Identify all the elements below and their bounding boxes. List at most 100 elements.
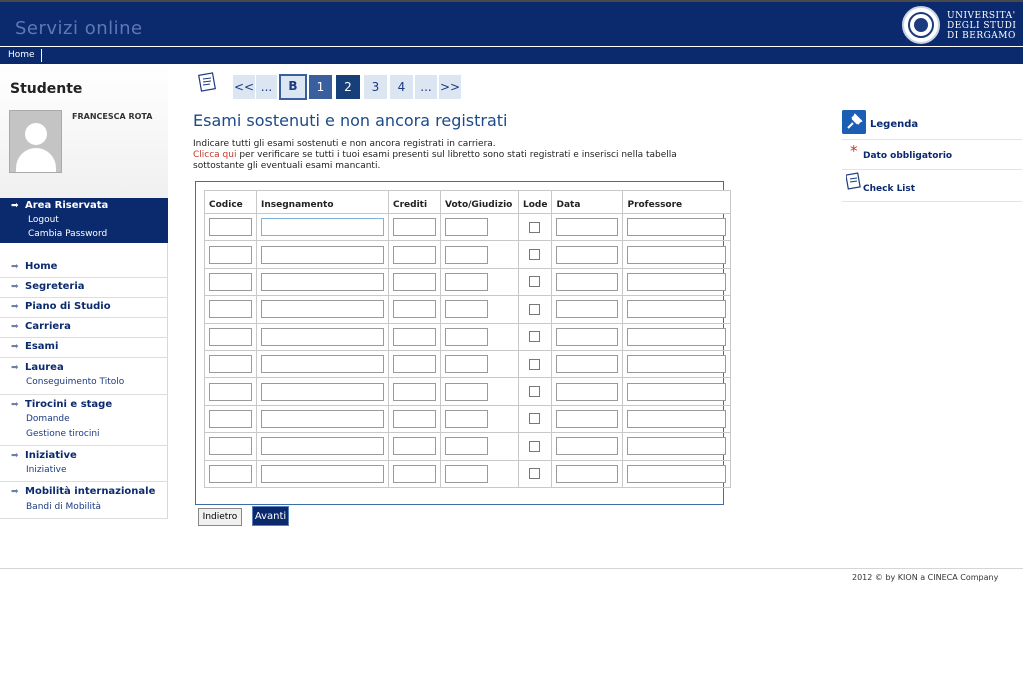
sidebar-item-label[interactable]: Piano di Studio	[25, 301, 111, 312]
data-input[interactable]	[556, 355, 619, 374]
codice-input[interactable]	[209, 327, 252, 346]
step-first-button[interactable]: <<	[233, 75, 255, 99]
crediti-input[interactable]	[393, 355, 436, 374]
university-logo-text[interactable]: UNIVERSITA' DEGLI STUDI DI BERGAMO	[947, 11, 1016, 41]
professore-input[interactable]	[627, 245, 727, 264]
insegnamento-input[interactable]	[261, 382, 384, 401]
codice-input[interactable]	[209, 382, 252, 401]
legend-checklist-label[interactable]: Check List	[863, 184, 915, 194]
crediti-input[interactable]	[393, 437, 436, 456]
professore-input[interactable]	[627, 218, 727, 237]
sidebar-item-label[interactable]: Home	[25, 261, 57, 272]
sidebar-item-label[interactable]: Mobilità internazionale	[25, 486, 155, 497]
insegnamento-input[interactable]	[261, 245, 384, 264]
sidebar-item-home[interactable]: ➡ Home	[0, 258, 168, 278]
step-b-button[interactable]: B	[279, 74, 307, 100]
codice-input[interactable]	[209, 409, 252, 428]
crediti-input[interactable]	[393, 464, 436, 483]
lode-checkbox[interactable]	[529, 221, 540, 233]
sidebar-subitem-conseguimento-titolo[interactable]: Conseguimento Titolo	[26, 377, 124, 387]
sidebar-item-label[interactable]: Laurea	[25, 362, 64, 373]
insegnamento-input[interactable]	[261, 409, 384, 428]
insegnamento-input[interactable]	[261, 300, 384, 319]
next-button[interactable]: Avanti	[252, 506, 289, 526]
data-input[interactable]	[556, 300, 619, 319]
voto-input[interactable]	[445, 272, 488, 291]
voto-input[interactable]	[445, 464, 488, 483]
data-input[interactable]	[556, 382, 619, 401]
sidebar-item-carriera[interactable]: ➡ Carriera	[0, 318, 168, 338]
professore-input[interactable]	[627, 355, 727, 374]
codice-input[interactable]	[209, 464, 252, 483]
sidebar-item-mobilita[interactable]: ➡ Mobilità internazionale Bandi di Mobil…	[0, 482, 168, 519]
codice-input[interactable]	[209, 437, 252, 456]
lode-checkbox[interactable]	[529, 386, 540, 398]
sidebar-item-laurea[interactable]: ➡ Laurea Conseguimento Titolo	[0, 358, 168, 395]
lode-checkbox[interactable]	[529, 331, 540, 343]
codice-input[interactable]	[209, 218, 252, 237]
step-last-button[interactable]: >>	[439, 75, 461, 99]
sidebar-item-label[interactable]: Iniziative	[25, 450, 77, 461]
insegnamento-input[interactable]	[261, 218, 384, 237]
sidebar-item-piano-di-studio[interactable]: ➡ Piano di Studio	[0, 298, 168, 318]
back-button[interactable]: Indietro	[198, 508, 242, 526]
voto-input[interactable]	[445, 327, 488, 346]
data-input[interactable]	[556, 218, 619, 237]
sidebar-subitem-domande[interactable]: Domande	[26, 414, 70, 424]
lode-checkbox[interactable]	[529, 303, 540, 315]
voto-input[interactable]	[445, 409, 488, 428]
insegnamento-input[interactable]	[261, 355, 384, 374]
data-input[interactable]	[556, 464, 619, 483]
step-3-button[interactable]: 3	[364, 75, 387, 99]
lode-checkbox[interactable]	[529, 413, 540, 425]
logout-link[interactable]: Logout	[28, 215, 59, 225]
data-input[interactable]	[556, 437, 619, 456]
crediti-input[interactable]	[393, 272, 436, 291]
insegnamento-input[interactable]	[261, 272, 384, 291]
professore-input[interactable]	[627, 300, 727, 319]
codice-input[interactable]	[209, 355, 252, 374]
codice-input[interactable]	[209, 272, 252, 291]
crediti-input[interactable]	[393, 245, 436, 264]
step-ellipsis-left[interactable]: ...	[256, 75, 277, 99]
lode-checkbox[interactable]	[529, 249, 540, 261]
crediti-input[interactable]	[393, 218, 436, 237]
sidebar-item-label[interactable]: Carriera	[25, 321, 71, 332]
step-2-button[interactable]: 2	[336, 75, 360, 99]
crediti-input[interactable]	[393, 327, 436, 346]
professore-input[interactable]	[627, 382, 727, 401]
step-ellipsis-right[interactable]: ...	[415, 75, 437, 99]
lode-checkbox[interactable]	[529, 358, 540, 370]
sidebar-item-tirocini[interactable]: ➡ Tirocini e stage Domande Gestione tiro…	[0, 395, 168, 446]
sidebar-item-label[interactable]: Segreteria	[25, 281, 85, 292]
sidebar-item-segreteria[interactable]: ➡ Segreteria	[0, 278, 168, 298]
data-input[interactable]	[556, 327, 619, 346]
sidebar-item-iniziative[interactable]: ➡ Iniziative Iniziative	[0, 446, 168, 482]
lode-checkbox[interactable]	[529, 276, 540, 288]
crediti-input[interactable]	[393, 409, 436, 428]
nav-home-link[interactable]: Home	[8, 50, 35, 60]
sidebar-item-label[interactable]: Tirocini e stage	[25, 399, 112, 410]
crediti-input[interactable]	[393, 300, 436, 319]
insegnamento-input[interactable]	[261, 437, 384, 456]
click-here-link[interactable]: Clicca qui	[193, 150, 236, 160]
crediti-input[interactable]	[393, 382, 436, 401]
sidebar-subitem-gestione-tirocini[interactable]: Gestione tirocini	[26, 429, 100, 439]
codice-input[interactable]	[209, 300, 252, 319]
voto-input[interactable]	[445, 218, 488, 237]
insegnamento-input[interactable]	[261, 464, 384, 483]
voto-input[interactable]	[445, 355, 488, 374]
professore-input[interactable]	[627, 272, 727, 291]
data-input[interactable]	[556, 245, 619, 264]
professore-input[interactable]	[627, 327, 727, 346]
professore-input[interactable]	[627, 409, 727, 428]
insegnamento-input[interactable]	[261, 327, 384, 346]
sidebar-item-label[interactable]: Esami	[25, 341, 58, 352]
voto-input[interactable]	[445, 437, 488, 456]
data-input[interactable]	[556, 272, 619, 291]
voto-input[interactable]	[445, 382, 488, 401]
reserved-area-title[interactable]: Area Riservata	[25, 200, 108, 211]
sidebar-subitem-iniziative[interactable]: Iniziative	[26, 465, 67, 475]
lode-checkbox[interactable]	[529, 440, 540, 452]
professore-input[interactable]	[627, 437, 727, 456]
